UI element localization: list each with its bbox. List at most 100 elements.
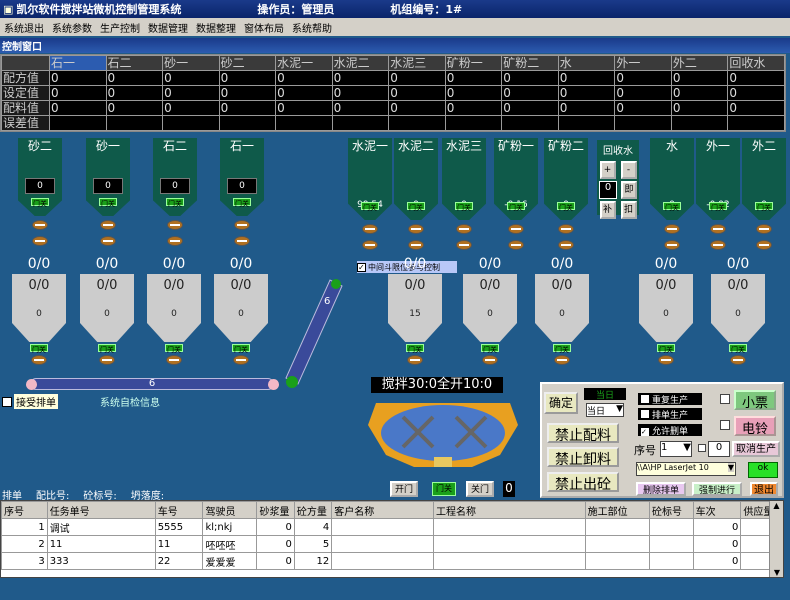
menu-production[interactable]: 生产控制 [96,20,144,35]
menu-params[interactable]: 系统参数 [48,20,96,35]
grid-cell[interactable]: 0 [444,100,503,116]
grid-cell[interactable]: 0 [218,70,277,86]
grid-cell[interactable]: 0 [501,85,559,101]
table-cell[interactable]: 1 [1,518,48,536]
bell-button[interactable]: 电铃 [734,416,776,437]
mixer-close-button[interactable]: 关门 [466,481,494,497]
valve-icon[interactable] [31,355,47,365]
valve-icon[interactable] [32,236,48,246]
grid-cell[interactable]: 0 [105,100,164,116]
bell-checkbox[interactable] [720,420,730,430]
grid-cell[interactable]: 0 [444,70,503,86]
ticket-checkbox[interactable] [720,394,730,404]
receive-order-checkbox[interactable] [2,396,12,407]
table-cell[interactable] [432,518,586,536]
table-row[interactable]: 1调试5555kl;nkj0400 [1,518,783,536]
valve-icon[interactable] [408,224,424,234]
stop-unload-button[interactable]: 禁止卸料 [547,447,619,468]
table-cell[interactable]: 333 [46,552,156,570]
grid-cell[interactable] [162,115,220,131]
valve-icon[interactable] [554,355,570,365]
table-cell[interactable]: 爱爱爱 [202,552,258,570]
grid-cell[interactable]: 0 [670,100,729,116]
valve-icon[interactable] [32,220,48,230]
column-header[interactable]: 车次 [692,501,742,519]
valve-icon[interactable] [756,224,772,234]
table-cell[interactable]: 11 [46,535,156,553]
valve-icon[interactable] [710,240,726,250]
grid-cell[interactable]: 0 [275,70,333,86]
exit-button[interactable]: 退出 [750,482,778,496]
allow-delete-option[interactable]: ✓ 允许删单 [638,424,702,437]
table-cell[interactable] [584,552,650,570]
grid-cell[interactable]: 0 [501,100,559,116]
valve-icon[interactable] [482,355,498,365]
table-cell[interactable]: 呸呸呸 [202,535,258,553]
grid-cell[interactable]: 0 [444,85,503,101]
grid-cell[interactable]: 0 [501,70,559,86]
confirm-button[interactable]: 确定 [544,392,578,414]
grid-cell[interactable]: 0 [727,85,785,101]
table-cell[interactable] [432,552,586,570]
grid-cell[interactable]: 0 [614,100,672,116]
grid-cell[interactable]: 0 [727,100,785,116]
recycle-immediate-button[interactable]: 即 [621,181,637,199]
repeat-option[interactable]: 重复生产 [638,393,702,406]
grid-cell[interactable]: 0 [162,85,220,101]
table-row[interactable]: 333322爱爱爱01200 [1,552,783,570]
table-cell[interactable] [331,535,434,553]
table-cell[interactable] [648,552,694,570]
table-row[interactable]: 21111呸呸呸0500 [1,535,783,553]
seq-radio[interactable] [698,444,706,452]
recycle-plus-button[interactable]: + [599,161,616,179]
menu-data[interactable]: 数据管理 [144,20,192,35]
order-prod-checkbox[interactable] [641,410,649,418]
printer-select[interactable]: \\A\HP LaserJet 10 ▼ [636,462,736,476]
valve-icon[interactable] [166,355,182,365]
table-cell[interactable]: 调试 [46,518,156,536]
valve-icon[interactable] [508,224,524,234]
cancel-production-button[interactable]: 取消生产 [732,441,780,457]
grid-cell[interactable] [218,115,277,131]
valve-icon[interactable] [234,236,250,246]
scroll-up-icon[interactable]: ▲ [770,501,783,510]
table-cell[interactable]: 12 [293,552,333,570]
today-select[interactable]: 当日 ▼ [586,403,624,417]
stop-batch-button[interactable]: 禁止配料 [547,423,619,444]
table-cell[interactable]: 0 [256,552,295,570]
grid-cell[interactable]: 0 [388,70,446,86]
stop-output-button[interactable]: 禁止出砼 [547,472,619,493]
delete-order-button[interactable]: 删除排单 [636,482,686,496]
menu-exit[interactable]: 系统退出 [0,20,48,35]
valve-icon[interactable] [167,236,183,246]
valve-icon[interactable] [664,240,680,250]
grid-cell[interactable] [388,115,446,131]
table-cell[interactable]: 0 [692,535,742,553]
valve-icon[interactable] [362,240,378,250]
valve-icon[interactable] [710,224,726,234]
receive-order-option[interactable]: 接受排单 [2,394,58,409]
interlock-checkbox[interactable]: ✓ [357,262,366,272]
table-cell[interactable] [584,518,650,536]
recycle-deduct-button[interactable]: 扣 [620,201,637,219]
valve-icon[interactable] [407,355,423,365]
seq-select[interactable]: 1 ▼ [660,441,692,457]
valve-icon[interactable] [730,355,746,365]
valve-icon[interactable] [408,240,424,250]
grid-cell[interactable]: 0 [162,100,220,116]
valve-icon[interactable] [558,240,574,250]
valve-icon[interactable] [558,224,574,234]
valve-icon[interactable] [99,355,115,365]
grid-cell[interactable] [444,115,503,131]
column-header[interactable]: 砼方量 [293,501,333,519]
table-scrollbar[interactable]: ▲ ▼ [769,501,783,577]
column-header[interactable]: 序号 [1,501,48,519]
table-cell[interactable] [648,518,694,536]
grid-cell[interactable]: 0 [388,100,446,116]
ticket-button[interactable]: 小票 [734,390,776,411]
grid-cell[interactable] [614,115,672,131]
valve-icon[interactable] [167,220,183,230]
valve-icon[interactable] [658,355,674,365]
grid-cell[interactable]: 0 [614,85,672,101]
table-cell[interactable]: 5 [293,535,333,553]
